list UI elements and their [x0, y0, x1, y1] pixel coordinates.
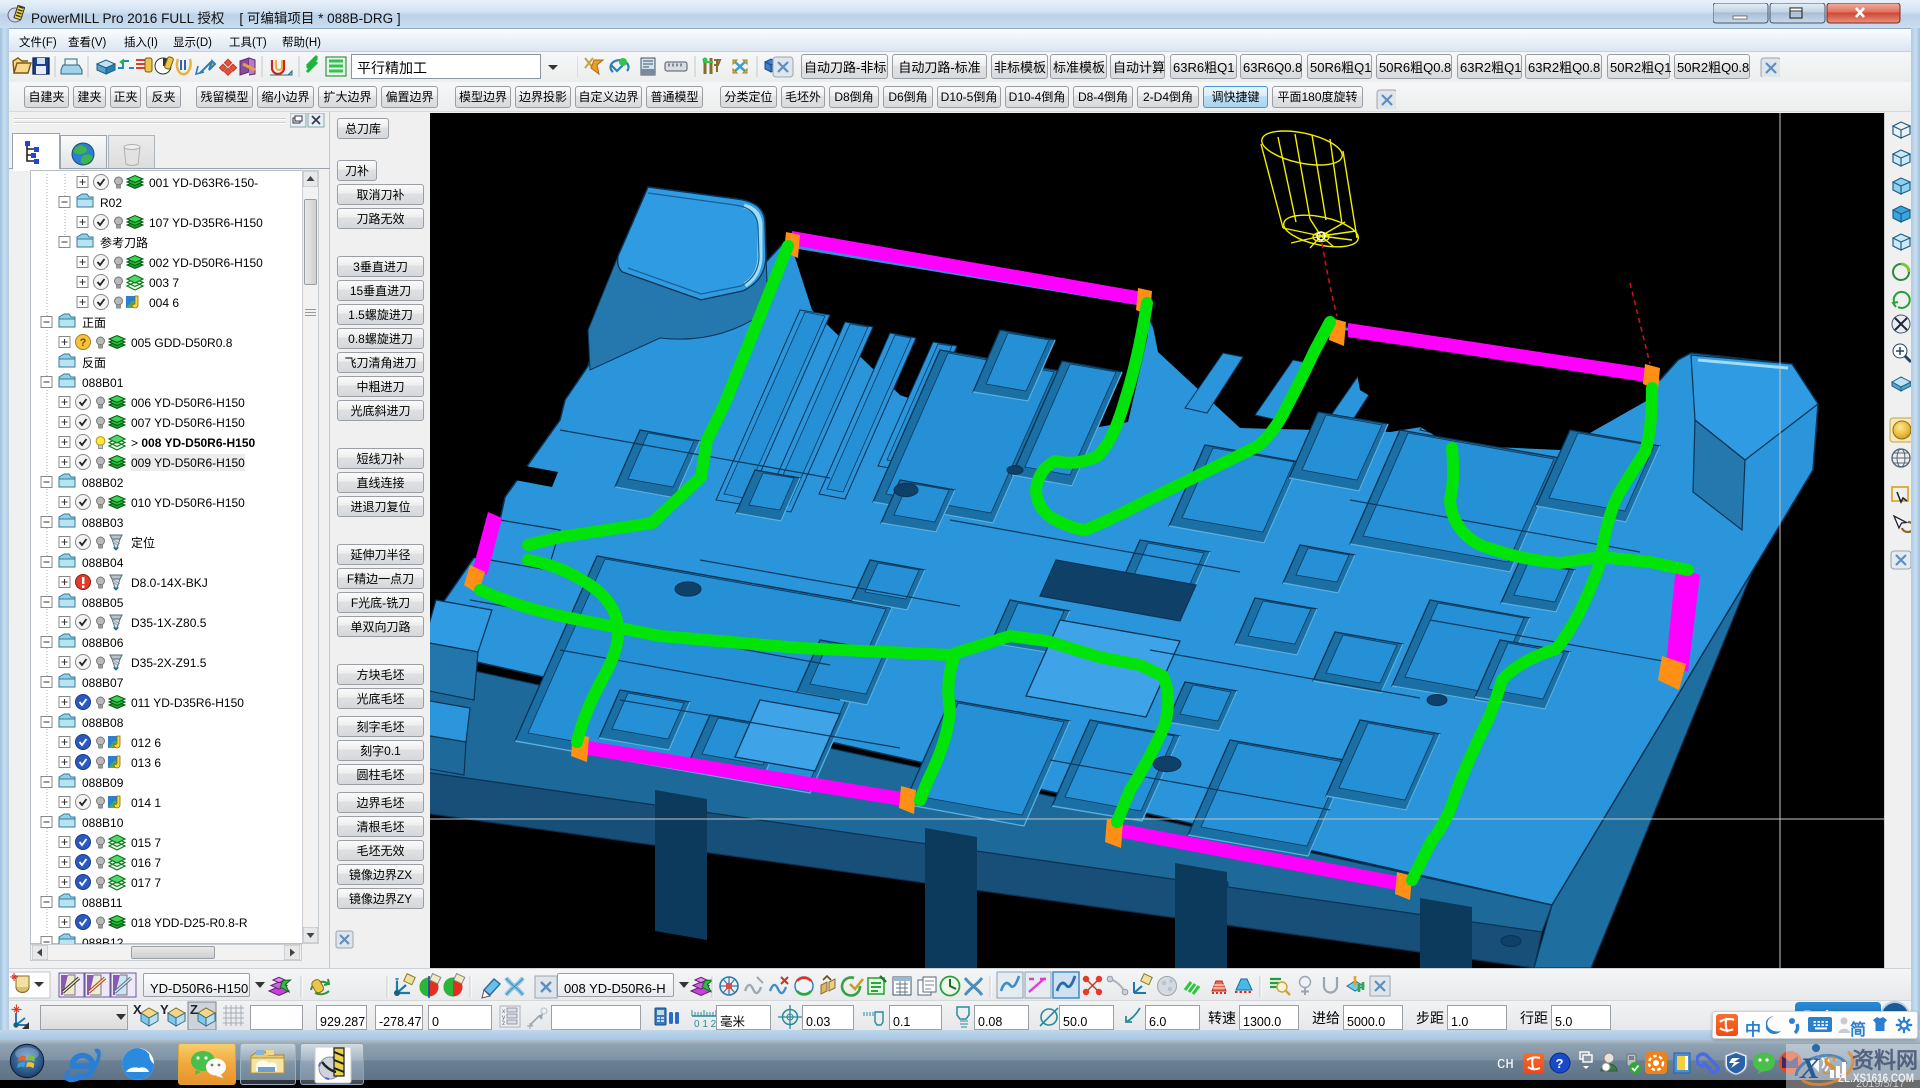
svg-text:Y: Y: [160, 1002, 169, 1017]
svg-text:X: X: [1799, 1052, 1821, 1085]
svg-text:?: ?: [1556, 1056, 1564, 1071]
svg-text:Z: Z: [190, 1002, 198, 1017]
svg-text:z: z: [502, 1017, 505, 1027]
svg-text:0 1 2: 0 1 2: [694, 1019, 717, 1030]
svg-text:X: X: [133, 1002, 142, 1017]
svg-text:S: S: [1822, 1051, 1836, 1080]
